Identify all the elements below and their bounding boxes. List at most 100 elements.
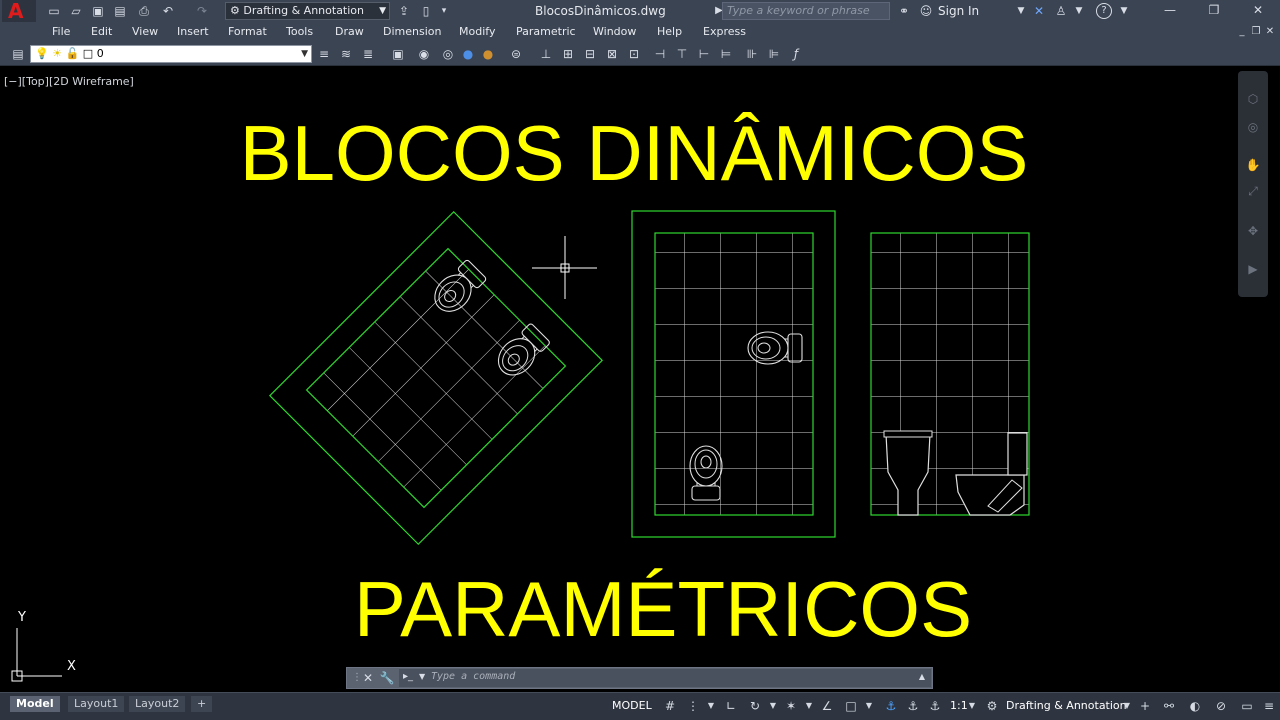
save-icon[interactable]: ▣: [90, 3, 106, 19]
menu-format[interactable]: Format: [228, 25, 267, 38]
command-input[interactable]: ▸_ ▼ Type a command ▲: [399, 669, 931, 687]
object-track-icon[interactable]: ∠: [820, 699, 834, 713]
layer-filter-icon[interactable]: ⊪: [744, 46, 760, 62]
copy-to-layer-icon[interactable]: ⊡: [626, 46, 642, 62]
layer-report-icon[interactable]: ⊫: [766, 46, 782, 62]
plan-bathroom-block[interactable]: [631, 210, 836, 538]
previous-layer-icon[interactable]: ≣: [360, 46, 376, 62]
chevron-down-icon[interactable]: ▼: [1120, 699, 1134, 713]
sign-in-button[interactable]: Sign In: [938, 4, 979, 18]
app-menu-button[interactable]: A: [2, 0, 36, 22]
customize-icon[interactable]: 🔧: [379, 670, 395, 686]
layer-states-icon[interactable]: ▣: [390, 46, 406, 62]
orbit-icon[interactable]: ✥: [1245, 223, 1261, 239]
chevron-down-icon[interactable]: ▼: [965, 699, 979, 713]
help-icon[interactable]: ?: [1096, 3, 1112, 19]
menu-view[interactable]: View: [132, 25, 158, 38]
exchange-apps-icon[interactable]: ✕: [1031, 3, 1047, 19]
menu-express[interactable]: Express: [703, 25, 746, 38]
change-to-current-icon[interactable]: ⊠: [604, 46, 620, 62]
menu-draw[interactable]: Draw: [335, 25, 364, 38]
osnap-icon[interactable]: □: [844, 699, 858, 713]
menu-help[interactable]: Help: [657, 25, 682, 38]
open-folder-icon[interactable]: ▱: [68, 3, 84, 19]
add-layout-icon[interactable]: +: [191, 696, 213, 712]
model-space-button[interactable]: MODEL: [612, 699, 652, 712]
auto-scale-icon[interactable]: ⚓: [906, 699, 920, 713]
drawing-title-line1[interactable]: BLOCOS DINÂMICOS: [0, 113, 1268, 193]
layer-thaw-icon[interactable]: ⊢: [696, 46, 712, 62]
units-icon[interactable]: ⚯: [1162, 699, 1176, 713]
tab-layout1[interactable]: Layout1: [68, 696, 125, 712]
layer-merge-icon[interactable]: ⊞: [560, 46, 576, 62]
elevation-bathroom-block[interactable]: [870, 232, 1030, 516]
tab-model[interactable]: Model: [10, 696, 60, 712]
off-icon[interactable]: ●: [480, 46, 496, 62]
zoom-icon[interactable]: ⤢: [1245, 183, 1261, 199]
function-icon[interactable]: ƒ: [788, 46, 804, 62]
pan-icon[interactable]: ✋: [1245, 157, 1261, 173]
isolate-objects-icon[interactable]: ◐: [1188, 699, 1202, 713]
chevron-down-icon[interactable]: ▼: [1013, 3, 1029, 19]
polar-icon[interactable]: ↻: [748, 699, 762, 713]
chevron-down-icon[interactable]: ▼: [1116, 3, 1132, 19]
share-icon[interactable]: ⇪: [396, 3, 412, 19]
tab-layout2[interactable]: Layout2: [129, 696, 186, 712]
freeze-icon[interactable]: ●: [460, 46, 476, 62]
minimize-icon[interactable]: —: [1162, 2, 1178, 18]
lock-layer-icon[interactable]: ⊜: [508, 46, 524, 62]
layer-icon[interactable]: ▯: [418, 3, 434, 19]
redo-icon[interactable]: ↷: [194, 3, 210, 19]
save-as-icon[interactable]: ▤: [112, 3, 128, 19]
gear-icon[interactable]: ⚙: [985, 699, 999, 713]
make-current-icon[interactable]: ≡: [316, 46, 332, 62]
layer-properties-icon[interactable]: ▤: [10, 46, 26, 62]
match-layer-icon[interactable]: ≋: [338, 46, 354, 62]
unisolate-icon[interactable]: ◎: [440, 46, 456, 62]
layer-dropdown[interactable]: 💡 ☀ 🔓 □ 0 ▼: [30, 45, 312, 63]
chevron-down-icon[interactable]: ▼: [1071, 3, 1087, 19]
layer-walk-icon[interactable]: ⊥: [538, 46, 554, 62]
layer-vp-freeze-icon[interactable]: ⊤: [674, 46, 690, 62]
grid-icon[interactable]: #: [663, 699, 677, 713]
new-file-icon[interactable]: ▭: [46, 3, 62, 19]
menu-tools[interactable]: Tools: [286, 25, 313, 38]
close-icon[interactable]: ✕: [360, 670, 376, 686]
annotation-visibility-icon[interactable]: ⚓: [884, 699, 898, 713]
plus-icon[interactable]: +: [1138, 699, 1152, 713]
undo-icon[interactable]: ↶: [160, 3, 176, 19]
plot-icon[interactable]: ⎙: [136, 3, 152, 19]
layer-translate-icon[interactable]: ⊣: [652, 46, 668, 62]
ortho-icon[interactable]: ∟: [724, 699, 738, 713]
chevron-down-icon[interactable]: ▼: [802, 699, 816, 713]
menu-window[interactable]: Window: [593, 25, 636, 38]
menu-insert[interactable]: Insert: [177, 25, 209, 38]
hardware-acceleration-icon[interactable]: ⊘: [1214, 699, 1228, 713]
menu-edit[interactable]: Edit: [91, 25, 112, 38]
snap-icon[interactable]: ⋮: [686, 699, 700, 713]
customize-quick-access-icon[interactable]: ▾: [436, 3, 452, 19]
chevron-down-icon[interactable]: ▼: [862, 699, 876, 713]
drawing-canvas[interactable]: [−][Top][2D Wireframe] BLOCOS DINÂMICOS …: [0, 67, 1280, 692]
layer-delete-icon[interactable]: ⊟: [582, 46, 598, 62]
customization-icon[interactable]: ≡: [1262, 699, 1276, 713]
close-icon[interactable]: ✕: [1250, 2, 1266, 18]
binoculars-icon[interactable]: ⚭: [896, 3, 912, 19]
chevron-down-icon[interactable]: ▼: [766, 699, 780, 713]
drawing-title-line2[interactable]: PARAMÉTRICOS: [0, 569, 1280, 649]
rotated-bathroom-block[interactable]: [268, 210, 604, 546]
workspace-selector[interactable]: ⚙ Drafting & Annotation ▼: [225, 2, 390, 20]
showmotion-icon[interactable]: ▶: [1245, 261, 1261, 277]
clean-screen-icon[interactable]: ▭: [1240, 699, 1254, 713]
close-drawing-icon[interactable]: ✕: [1262, 24, 1278, 40]
chevron-down-icon[interactable]: ▼: [704, 699, 718, 713]
steering-wheel-icon[interactable]: ◎: [1245, 119, 1261, 135]
menu-modify[interactable]: Modify: [459, 25, 495, 38]
isodraft-icon[interactable]: ✶: [784, 699, 798, 713]
status-workspace[interactable]: Drafting & Annotation: [1006, 699, 1127, 712]
menu-dimension[interactable]: Dimension: [383, 25, 441, 38]
search-input[interactable]: Type a keyword or phrase: [722, 2, 890, 20]
restore-icon[interactable]: ❐: [1206, 2, 1222, 18]
autodesk-a360-icon[interactable]: ♙: [1053, 3, 1069, 19]
menu-file[interactable]: File: [52, 25, 70, 38]
